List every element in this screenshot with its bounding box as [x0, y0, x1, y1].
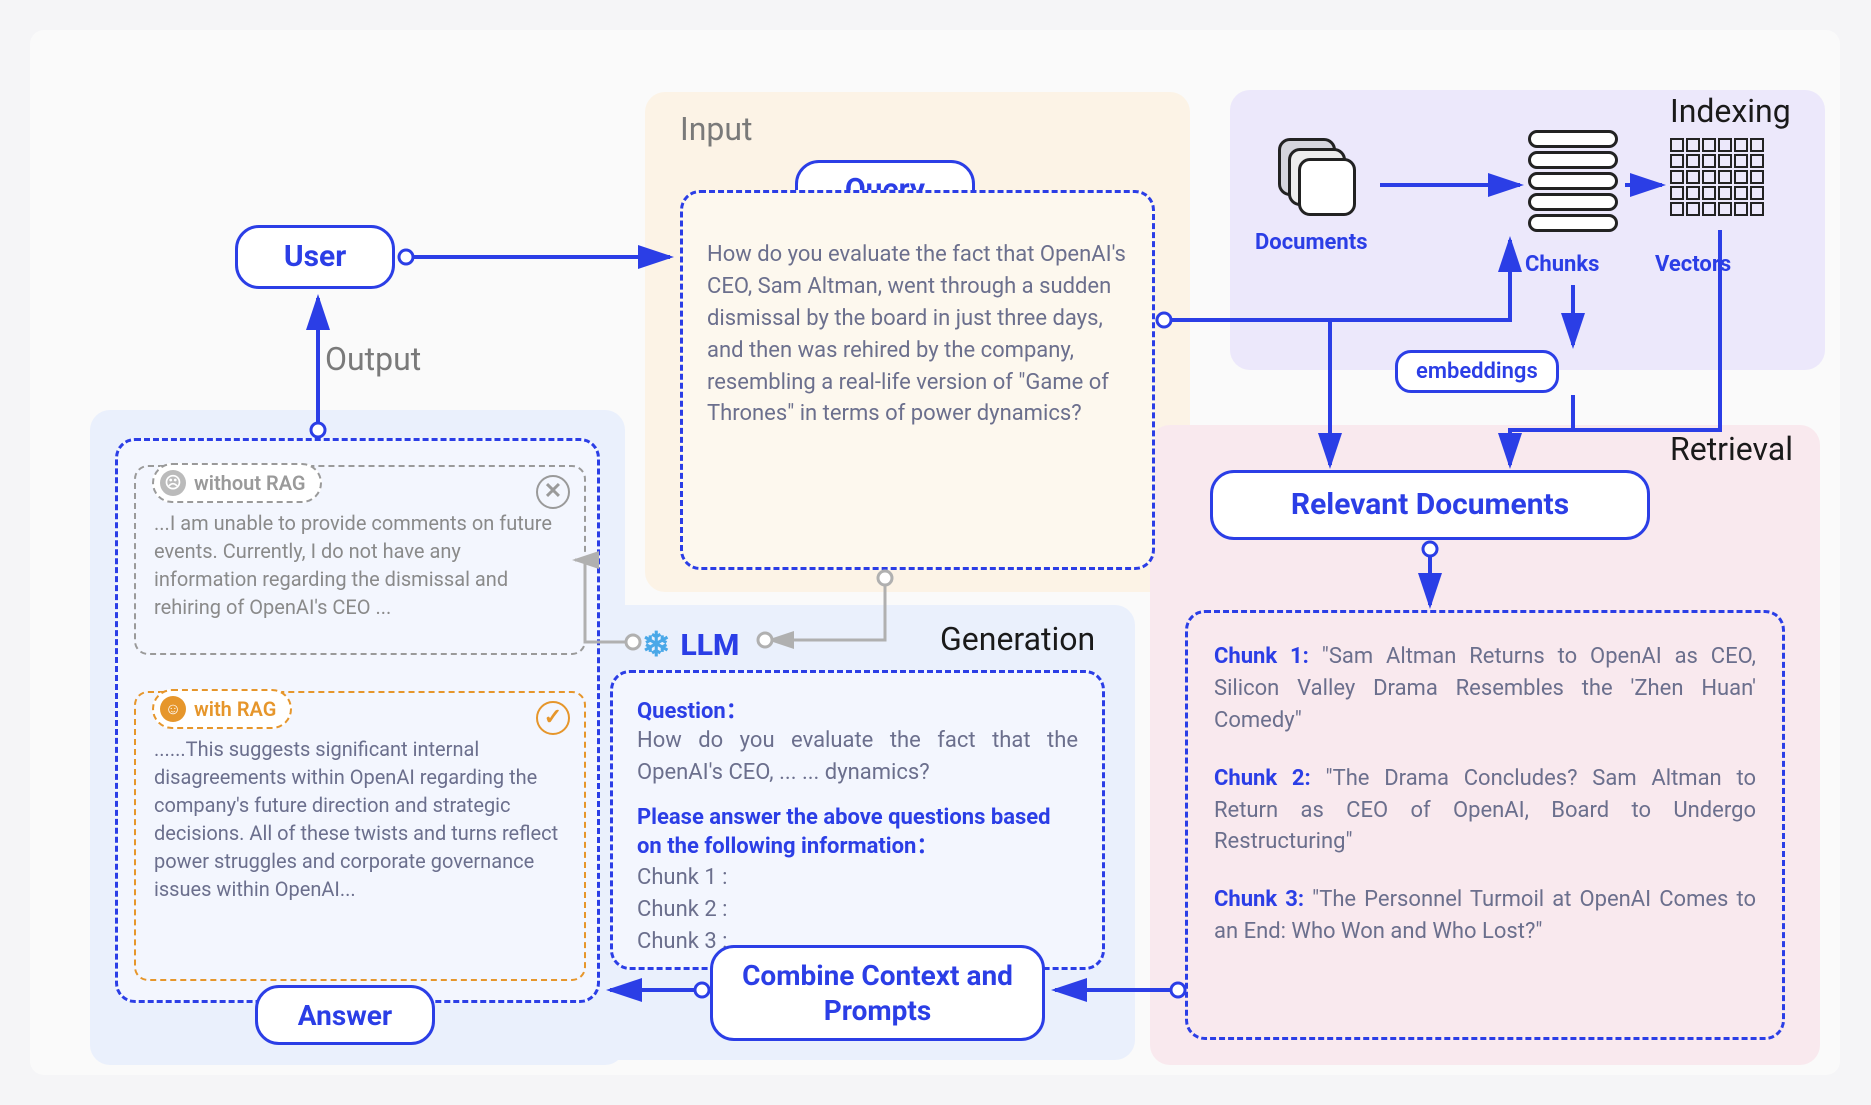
with-rag-tag-label: with RAG	[194, 695, 276, 723]
combine-node: Combine Context and Prompts	[710, 945, 1045, 1041]
smile-icon: ☺	[160, 696, 186, 722]
snowflake-icon: ❄	[642, 625, 671, 665]
retrieval-chunks-box: Chunk 1: "Sam Altman Returns to OpenAI a…	[1185, 610, 1785, 1040]
output-box: ☹ without RAG ✕ ...I am unable to provid…	[115, 438, 600, 1003]
user-node: User	[235, 225, 395, 289]
x-mark-icon: ✕	[536, 475, 570, 509]
documents-label: Documents	[1255, 230, 1368, 255]
answer-label: Answer	[298, 998, 392, 1033]
section-title-retrieval: Retrieval	[1670, 430, 1793, 468]
chunk-row-1: Chunk 1: "Sam Altman Returns to OpenAI a…	[1214, 641, 1756, 737]
llm-label: LLM	[681, 628, 740, 663]
query-box: How do you evaluate the fact that OpenAI…	[680, 190, 1155, 570]
check-mark-icon: ✓	[536, 701, 570, 735]
embeddings-pill: embeddings	[1395, 350, 1559, 393]
frown-icon: ☹	[160, 470, 186, 496]
section-title-generation: Generation	[940, 620, 1095, 658]
gen-instruction: Please answer the above questions based …	[637, 803, 1078, 862]
section-title-indexing: Indexing	[1670, 92, 1791, 130]
gen-question-text: How do you evaluate the fact that the Op…	[637, 725, 1078, 789]
embeddings-label: embeddings	[1416, 359, 1538, 384]
gen-question-label: Question：	[637, 693, 1078, 725]
with-rag-text: ......This suggests significant internal…	[154, 735, 566, 903]
section-title-output: Output	[325, 340, 421, 378]
chunks-label: Chunks	[1525, 252, 1599, 277]
chunk-row-2: Chunk 2: "The Drama Concludes? Sam Altma…	[1214, 763, 1756, 859]
chunks-icon	[1528, 130, 1618, 235]
gen-chunk2: Chunk 2 :	[637, 894, 1078, 926]
vectors-icon	[1670, 138, 1764, 218]
without-rag-text: ...I am unable to provide comments on fu…	[154, 509, 566, 621]
documents-icon	[1278, 138, 1358, 218]
chunk1-label: Chunk 1:	[1214, 644, 1309, 669]
llm-node: ❄ LLM	[642, 625, 739, 665]
without-rag-box: ☹ without RAG ✕ ...I am unable to provid…	[134, 465, 586, 655]
relevant-documents-label: Relevant Documents	[1291, 486, 1569, 524]
without-rag-tag-label: without RAG	[194, 469, 306, 497]
generation-prompt-box: Question： How do you evaluate the fact t…	[610, 670, 1105, 970]
chunk2-label: Chunk 2:	[1214, 766, 1311, 791]
query-text: How do you evaluate the fact that OpenAI…	[707, 239, 1128, 430]
with-rag-box: ☺ with RAG ✓ ......This suggests signifi…	[134, 691, 586, 981]
combine-label: Combine Context and Prompts	[733, 958, 1022, 1028]
answer-node: Answer	[255, 985, 435, 1045]
gen-chunk1: Chunk 1 :	[637, 862, 1078, 894]
user-label: User	[284, 238, 346, 276]
chunk-row-3: Chunk 3: "The Personnel Turmoil at OpenA…	[1214, 884, 1756, 948]
with-rag-tag: ☺ with RAG	[152, 689, 292, 729]
without-rag-tag: ☹ without RAG	[152, 463, 322, 503]
section-title-input: Input	[680, 110, 752, 148]
vectors-label: Vectors	[1655, 252, 1731, 277]
chunk3-label: Chunk 3:	[1214, 887, 1304, 912]
diagram-canvas: Input Output Indexing Retrieval Generati…	[30, 30, 1840, 1075]
relevant-documents-node: Relevant Documents	[1210, 470, 1650, 540]
